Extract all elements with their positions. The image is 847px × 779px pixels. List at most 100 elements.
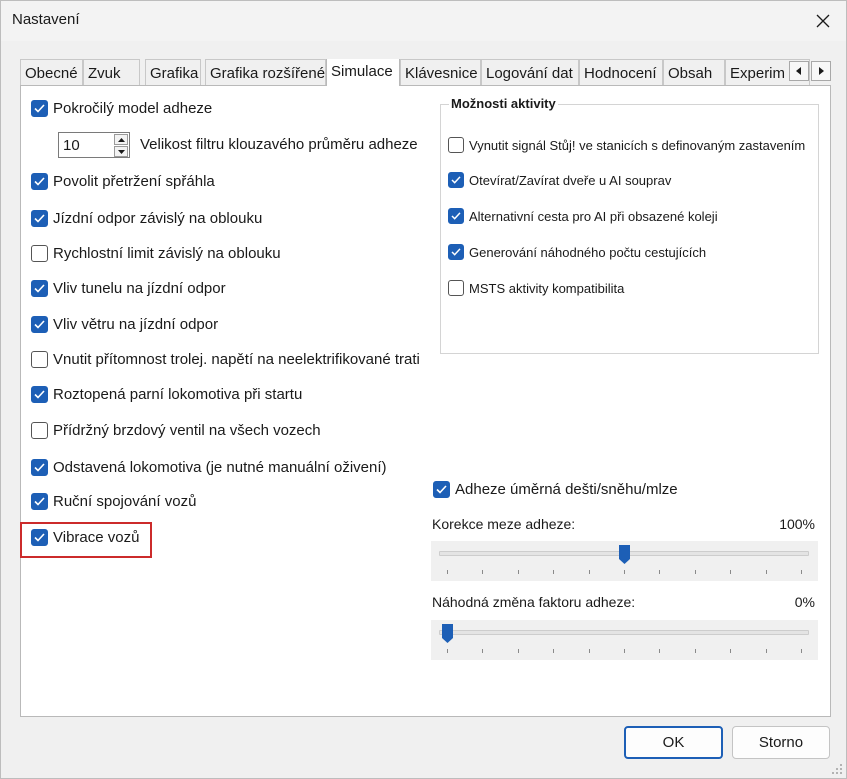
- checkmark-icon: [34, 462, 45, 472]
- checkmark-icon: [436, 484, 447, 494]
- filter-size-stepper[interactable]: [58, 132, 130, 158]
- checkmark-icon: [451, 212, 461, 220]
- checkbox-box: [31, 458, 48, 476]
- checkbox-label: Pokročilý model adheze: [53, 99, 213, 117]
- slider-tick: [553, 649, 555, 653]
- checkbox-label: Otevírat/Zavírat dveře u AI souprav: [469, 172, 672, 188]
- caret-down-icon: [117, 149, 125, 154]
- filter-size-input[interactable]: [59, 133, 113, 157]
- slider-tick: [694, 649, 696, 653]
- msts-compatibility-checkbox[interactable]: MSTS aktivity kompatibilita: [448, 277, 624, 299]
- activity-options-title: Možnosti aktivity: [449, 96, 558, 111]
- checkbox-label: Generování náhodného počtu cestujících: [469, 244, 707, 260]
- checkbox-label: Odstavená lokomotiva (je nutné manuální …: [53, 458, 387, 476]
- checkbox-box: [31, 279, 48, 297]
- checkbox-label: Adheze úměrná dešti/sněhu/mlze: [455, 480, 678, 498]
- random-passengers-checkbox[interactable]: Generování náhodného počtu cestujících: [448, 241, 706, 263]
- tab-klavesnice[interactable]: Klávesnice: [400, 59, 481, 86]
- adhesion-correction-slider[interactable]: [431, 541, 818, 581]
- checkbox-label: Vnutit přítomnost trolej. napětí na neel…: [53, 350, 420, 368]
- random-adhesion-slider[interactable]: [431, 620, 818, 660]
- checkbox-box: [31, 350, 48, 368]
- title-bar: Nastavení: [1, 1, 846, 41]
- checkmark-icon: [34, 176, 45, 186]
- weather-adhesion-checkbox[interactable]: Adheze úměrná dešti/sněhu/mlze: [433, 478, 678, 500]
- checkbox-box: [31, 421, 48, 439]
- checkbox-box: [31, 315, 48, 333]
- cold-locomotive-checkbox[interactable]: Odstavená lokomotiva (je nutné manuální …: [31, 456, 387, 478]
- slider-tick: [624, 649, 625, 653]
- spin-up-button[interactable]: [114, 134, 128, 145]
- slider-tick: [659, 570, 661, 574]
- slider-tick: [517, 649, 519, 653]
- override-non-electrified-checkbox[interactable]: Vnutit přítomnost trolej. napětí na neel…: [31, 348, 420, 370]
- tab-scroll-right-button[interactable]: [811, 61, 831, 81]
- checkbox-box: [448, 280, 464, 296]
- checkbox-label: Alternativní cesta pro AI při obsazené k…: [469, 208, 718, 224]
- tab-simulace[interactable]: Simulace: [326, 59, 400, 86]
- checkbox-label: Roztopená parní lokomotiva při startu: [53, 385, 303, 403]
- settings-dialog: Nastavení Obecné Zvuk Grafika Grafika ro…: [0, 0, 847, 779]
- checkbox-label: Vynutit signál Stůj! ve stanicích s defi…: [469, 137, 806, 153]
- tab-obecne[interactable]: Obecné: [20, 59, 83, 86]
- slider-tick: [588, 649, 590, 653]
- slider-tick: [730, 649, 732, 653]
- close-button[interactable]: [800, 1, 846, 41]
- checkbox-label: Přídržný brzdový ventil na všech vozech: [53, 421, 321, 439]
- checkbox-label: Vliv větru na jízdní odpor: [53, 315, 219, 333]
- resize-grip-icon[interactable]: [831, 763, 843, 775]
- manual-coupling-checkbox[interactable]: Ruční spojování vozů: [31, 490, 196, 512]
- slider-tick: [447, 649, 448, 653]
- tab-logovani-dat[interactable]: Logování dat: [481, 59, 579, 86]
- checkbox-box: [448, 172, 464, 188]
- checkbox-box: [448, 208, 464, 224]
- checkbox-label: Vliv tunelu na jízdní odpor: [53, 279, 226, 297]
- curve-resistance-checkbox[interactable]: Jízdní odpor závislý na oblouku: [31, 207, 262, 229]
- wind-resistance-checkbox[interactable]: Vliv větru na jízdní odpor: [31, 313, 218, 335]
- slider-tick: [694, 570, 696, 574]
- tab-grafika[interactable]: Grafika: [145, 59, 201, 86]
- tunnel-resistance-checkbox[interactable]: Vliv tunelu na jízdní odpor: [31, 277, 226, 299]
- cancel-button[interactable]: Storno: [732, 726, 830, 759]
- tab-zvuk[interactable]: Zvuk: [83, 59, 140, 86]
- checkbox-label: Povolit přetržení spřáhla: [53, 172, 215, 190]
- hot-start-checkbox[interactable]: Roztopená parní lokomotiva při startu: [31, 383, 302, 405]
- curve-speed-limit-checkbox[interactable]: Rychlostní limit závislý na oblouku: [31, 242, 281, 264]
- ai-doors-checkbox[interactable]: Otevírat/Zavírat dveře u AI souprav: [448, 169, 671, 191]
- slider-thumb[interactable]: [441, 623, 454, 644]
- slider-tick: [801, 570, 802, 574]
- checkmark-icon: [451, 248, 461, 256]
- checkmark-icon: [451, 176, 461, 184]
- checkbox-label: Jízdní odpor závislý na oblouku: [53, 209, 263, 227]
- checkmark-icon: [34, 496, 45, 506]
- ai-alternate-path-checkbox[interactable]: Alternativní cesta pro AI při obsazené k…: [448, 205, 718, 227]
- slider-tick: [553, 570, 555, 574]
- close-icon: [816, 14, 830, 28]
- tab-obsah[interactable]: Obsah: [663, 59, 725, 86]
- slider-thumb[interactable]: [618, 544, 631, 565]
- checkbox-label: Rychlostní limit závislý na oblouku: [53, 244, 281, 262]
- slider-tick: [482, 649, 484, 653]
- spin-down-button[interactable]: [114, 146, 128, 157]
- checkbox-label: MSTS aktivity kompatibilita: [469, 280, 625, 296]
- tab-strip: Obecné Zvuk Grafika Grafika rozšířené Si…: [20, 59, 810, 86]
- slider-tick: [517, 570, 519, 574]
- advanced-adhesion-checkbox[interactable]: Pokročilý model adheze: [31, 97, 212, 119]
- tab-scroll-left-button[interactable]: [789, 61, 809, 81]
- checkmark-icon: [34, 213, 45, 223]
- slider-tick: [765, 570, 767, 574]
- ok-button[interactable]: OK: [624, 726, 723, 759]
- coupler-breaking-checkbox[interactable]: Povolit přetržení spřáhla: [31, 170, 215, 192]
- tab-grafika-rozsirene[interactable]: Grafika rozšířené: [205, 59, 326, 86]
- checkbox-box: [31, 209, 48, 227]
- checkbox-box: [31, 385, 48, 403]
- checkbox-box: [448, 244, 464, 260]
- force-stop-signal-checkbox[interactable]: Vynutit signál Stůj! ve stanicích s defi…: [448, 134, 805, 156]
- tab-hodnoceni[interactable]: Hodnocení: [579, 59, 663, 86]
- arrow-right-icon: [819, 67, 824, 75]
- checkbox-label: Ruční spojování vozů: [53, 492, 197, 510]
- retainer-valve-checkbox[interactable]: Přídržný brzdový ventil na všech vozech: [31, 419, 321, 441]
- highlight-box: [20, 522, 152, 558]
- slider-tick: [730, 570, 732, 574]
- random-adhesion-value: 0%: [794, 594, 815, 610]
